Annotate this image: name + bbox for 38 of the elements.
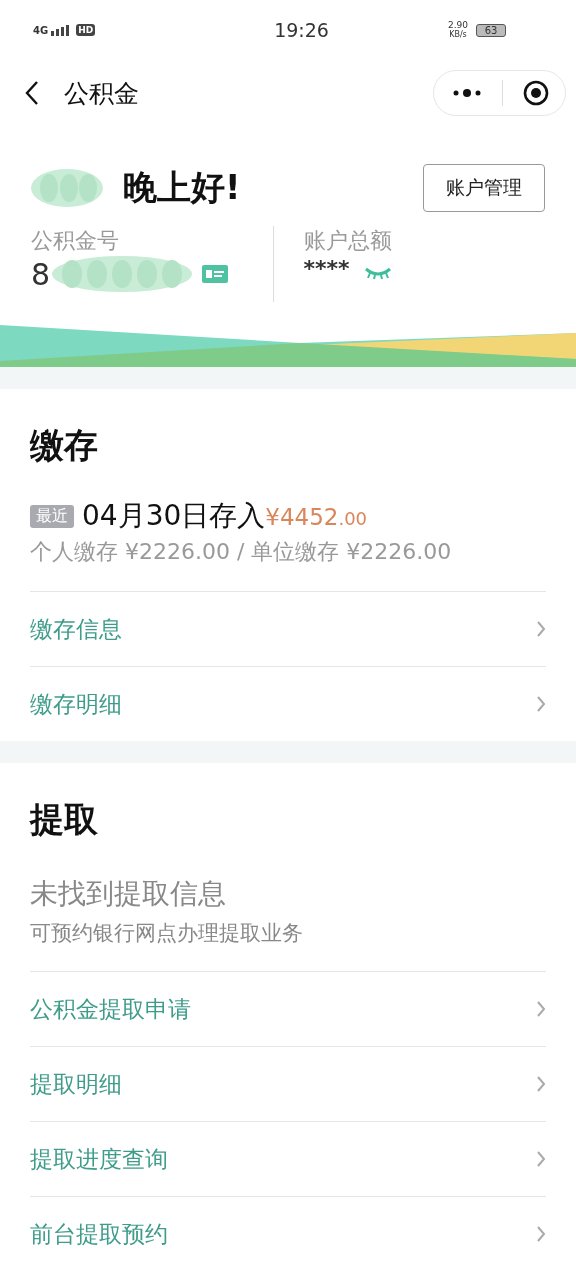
menu-link[interactable]: 前台提取预约 [30,1197,546,1271]
network-speed: 2.90 [447,20,468,30]
section-title: 提取 [30,798,99,841]
chevron-right-icon [536,1225,546,1243]
recent-badge: 最近 [30,504,74,528]
chevron-right-icon [536,1150,546,1168]
chevron-right-icon [536,620,546,638]
menu-link[interactable]: 缴存明细 [30,667,546,741]
redaction-mask [31,169,103,207]
back-icon[interactable] [24,80,40,106]
menu-link[interactable]: 提取明细 [30,1047,546,1122]
close-icon[interactable] [523,80,549,106]
deposit-breakdown: 个人缴存 ¥2226.00 / 单位缴存 ¥2226.00 [30,538,453,566]
hd-badge: HD [76,24,96,36]
battery-indicator: 63 [476,23,506,37]
account-management-button[interactable]: 账户管理 [423,164,545,212]
account-number-label: 公积金号 [31,227,120,255]
greeting: 晚上好! [123,166,241,209]
menu-link[interactable]: 缴存信息 [30,592,546,667]
menu-link[interactable]: 提取进度查询 [30,1122,546,1197]
speed-unit: KB/s [449,30,467,40]
more-icon[interactable] [452,88,482,98]
deposit-amount-cents: .00 [338,508,368,529]
section-title: 缴存 [30,424,99,467]
account-balance-label: 账户总额 [303,227,393,255]
network-type: 4G [33,25,49,36]
deposit-date: 04月30日存入 [82,498,266,534]
empty-state-message: 未找到提取信息 [30,876,227,912]
page-title: 公积金 [64,77,140,110]
deposit-amount: ¥4452 [265,504,339,530]
hidden-balance: **** [303,256,350,281]
clock-time: 19:26 [274,19,329,41]
menu-link[interactable]: 公积金提取申请 [30,972,546,1047]
chevron-right-icon [536,1075,546,1093]
chevron-right-icon [536,1000,546,1018]
account-number: 8 [31,256,51,292]
empty-state-hint: 可预约银行网点办理提取业务 [30,920,304,947]
chevron-right-icon [536,695,546,713]
